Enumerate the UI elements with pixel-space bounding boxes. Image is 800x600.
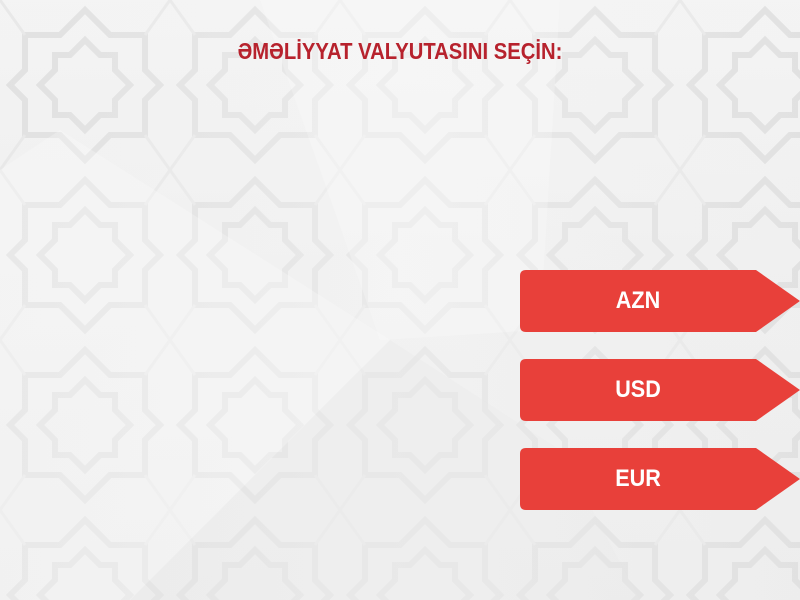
page-title: ƏMƏLİYYAT VALYUTASINI SEÇİN: — [237, 38, 563, 64]
currency-button-usd[interactable]: USD — [520, 359, 800, 421]
currency-label: EUR — [615, 465, 661, 492]
currency-button-azn[interactable]: AZN — [520, 270, 800, 332]
currency-label: USD — [615, 376, 661, 403]
currency-label: AZN — [615, 287, 661, 314]
currency-button-eur[interactable]: EUR — [520, 448, 800, 510]
